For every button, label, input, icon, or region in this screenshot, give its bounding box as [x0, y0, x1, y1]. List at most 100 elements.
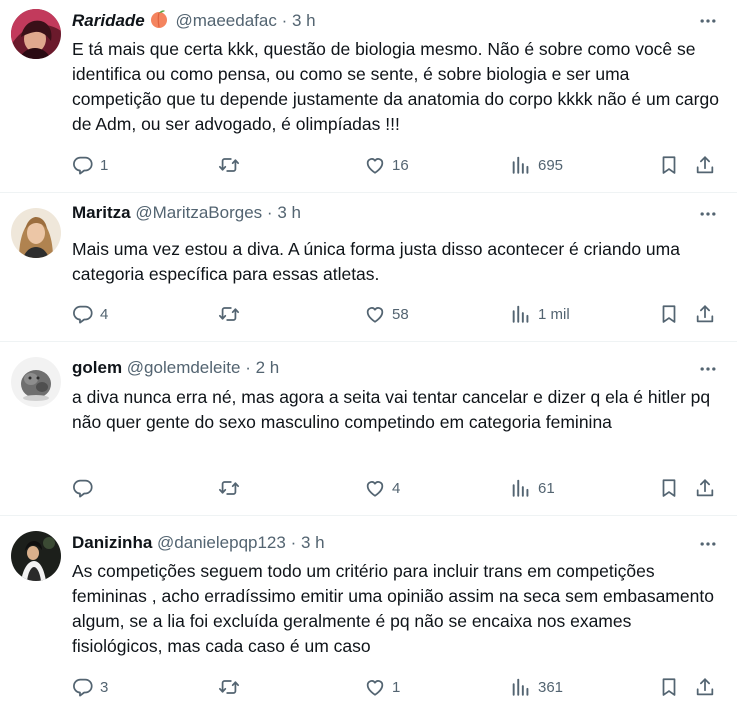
reply-icon	[72, 303, 94, 325]
views-count: 1 mil	[538, 305, 570, 323]
tweet-header: golem @golemdeleite · 2 h	[72, 357, 279, 379]
bookmark-button[interactable]	[658, 672, 680, 702]
like-count: 58	[392, 305, 409, 323]
reply-button[interactable]: 4	[72, 299, 108, 329]
avatar[interactable]	[11, 357, 61, 407]
tweet-header: Danizinha @danielepqp123 · 3 h	[72, 532, 325, 554]
bookmark-button[interactable]	[658, 473, 680, 503]
more-icon[interactable]	[695, 203, 721, 225]
views-icon	[510, 477, 532, 499]
bookmark-icon	[658, 303, 680, 325]
timestamp[interactable]: 2 h	[256, 358, 280, 377]
peach-emoji-icon	[150, 10, 167, 28]
tweet-4[interactable]: Danizinha @danielepqp123 · 3 h As compet…	[0, 516, 737, 708]
tweet-actions: 4 61	[62, 473, 722, 503]
views-count: 61	[538, 479, 555, 497]
like-icon	[364, 477, 386, 499]
tweet-header: Maritza @MaritzaBorges · 3 h	[72, 202, 301, 224]
reply-count: 4	[100, 305, 109, 323]
reply-button[interactable]: 1	[72, 150, 108, 180]
like-button[interactable]: 58	[364, 299, 409, 329]
views-button[interactable]: 695	[510, 150, 563, 180]
views-button[interactable]: 361	[510, 672, 563, 702]
like-button[interactable]: 4	[364, 473, 400, 503]
share-icon	[694, 477, 716, 499]
share-icon	[694, 676, 716, 698]
retweet-icon	[218, 303, 240, 325]
separator-dot: ·	[266, 203, 273, 222]
reply-icon	[72, 676, 94, 698]
reply-count: 3	[100, 678, 109, 696]
tweet-actions: 3 1 361	[62, 672, 722, 702]
tweet-actions: 1 16 695	[62, 150, 722, 180]
like-icon	[364, 676, 386, 698]
like-button[interactable]: 1	[364, 672, 400, 702]
timestamp[interactable]: 3 h	[301, 533, 325, 552]
avatar[interactable]	[11, 208, 61, 258]
like-icon	[364, 154, 386, 176]
tweet-text: E tá mais que certa kkk, questão de biol…	[72, 39, 719, 134]
like-count: 16	[392, 156, 409, 174]
retweet-button[interactable]	[218, 299, 246, 329]
share-icon	[694, 303, 716, 325]
views-icon	[510, 676, 532, 698]
bookmark-icon	[658, 154, 680, 176]
avatar[interactable]	[11, 531, 61, 581]
display-name[interactable]: Maritza	[72, 203, 131, 222]
tweet-3[interactable]: golem @golemdeleite · 2 h a diva nunca e…	[0, 342, 737, 516]
retweet-button[interactable]	[218, 473, 246, 503]
handle[interactable]: @maeedafac	[175, 11, 276, 30]
bookmark-icon	[658, 676, 680, 698]
retweet-button[interactable]	[218, 672, 246, 702]
reply-button[interactable]	[72, 473, 100, 503]
views-icon	[510, 303, 532, 325]
handle[interactable]: @MaritzaBorges	[135, 203, 262, 222]
share-button[interactable]	[694, 150, 716, 180]
share-button[interactable]	[694, 473, 716, 503]
views-count: 361	[538, 678, 564, 696]
handle[interactable]: @danielepqp123	[157, 533, 286, 552]
more-icon[interactable]	[695, 533, 721, 555]
separator-dot: ·	[245, 358, 251, 377]
tweet-text: As competições seguem todo um critério p…	[72, 561, 714, 656]
tweet-text: Mais uma vez estou a diva. A única forma…	[72, 239, 680, 284]
separator-dot: ·	[281, 11, 288, 30]
views-button[interactable]: 1 mil	[510, 299, 570, 329]
tweet-1[interactable]: Raridade @maeedafac · 3 h E tá mais que …	[0, 0, 737, 193]
share-button[interactable]	[694, 672, 716, 702]
handle[interactable]: @golemdeleite	[127, 358, 241, 377]
timestamp[interactable]: 3 h	[277, 203, 301, 222]
display-name[interactable]: Raridade	[72, 11, 145, 30]
like-icon	[364, 303, 386, 325]
retweet-button[interactable]	[218, 150, 246, 180]
reply-icon	[72, 154, 94, 176]
retweet-icon	[218, 154, 240, 176]
display-name[interactable]: golem	[72, 358, 122, 377]
bookmark-icon	[658, 477, 680, 499]
separator-dot: ·	[290, 533, 297, 552]
more-icon[interactable]	[695, 358, 721, 380]
display-name[interactable]: Danizinha	[72, 533, 152, 552]
tweet-2[interactable]: Maritza @MaritzaBorges · 3 h Mais uma ve…	[0, 193, 737, 342]
share-icon	[694, 154, 716, 176]
bookmark-button[interactable]	[658, 150, 680, 180]
like-count: 1	[392, 678, 401, 696]
views-icon	[510, 154, 532, 176]
reply-count: 1	[100, 156, 109, 174]
reply-button[interactable]: 3	[72, 672, 108, 702]
views-button[interactable]: 61	[510, 473, 555, 503]
retweet-icon	[218, 477, 240, 499]
views-count: 695	[538, 156, 564, 174]
share-button[interactable]	[694, 299, 716, 329]
bookmark-button[interactable]	[658, 299, 680, 329]
avatar[interactable]	[11, 9, 61, 59]
retweet-icon	[218, 676, 240, 698]
tweet-header: Raridade @maeedafac · 3 h	[72, 9, 316, 31]
like-count: 4	[392, 479, 401, 497]
like-button[interactable]: 16	[364, 150, 409, 180]
timestamp[interactable]: 3 h	[292, 11, 316, 30]
more-icon[interactable]	[695, 10, 721, 32]
tweet-text: a diva nunca erra né, mas agora a seita …	[72, 387, 711, 432]
reply-icon	[72, 477, 94, 499]
tweet-actions: 4 58 1 mil	[62, 299, 722, 329]
